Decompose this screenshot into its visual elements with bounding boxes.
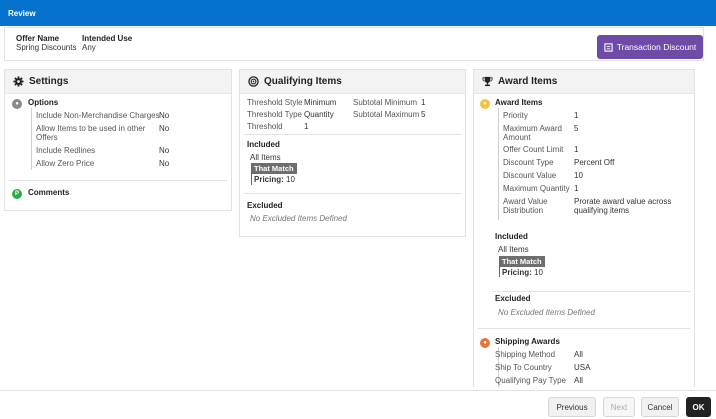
- qualifying-header: Qualifying Items: [240, 70, 465, 94]
- threshold-label: Threshold: [247, 122, 283, 131]
- page-title: Review: [8, 9, 36, 18]
- award-row-label: Award Value Distribution: [503, 197, 548, 215]
- pricing-row: Pricing: 10: [254, 175, 295, 184]
- award-title: Award Items: [498, 76, 558, 87]
- qualifying-panel: Qualifying Items Threshold Style Minimum…: [239, 69, 466, 237]
- award-panel: Award Items ● Award Items Priority 1 Max…: [473, 69, 695, 387]
- award-that-match-tag: That Match: [499, 256, 545, 267]
- award-included-title: Included: [495, 232, 528, 241]
- shipping-row-value: USA: [574, 363, 591, 372]
- trophy-icon: [482, 76, 493, 87]
- option-value: No: [159, 159, 170, 168]
- award-row-value: 5: [574, 124, 579, 133]
- options-icon: ●: [12, 99, 22, 109]
- award-row-label: Priority: [503, 111, 528, 120]
- shipping-row-label: Qualifying Pay Type: [495, 376, 567, 385]
- award-row-value: 10: [574, 171, 583, 180]
- intended-use-value: Any: [82, 43, 96, 52]
- award-items-title: Award Items: [495, 98, 543, 107]
- option-value: No: [159, 111, 170, 120]
- threshold-style-label: Threshold Style: [247, 98, 303, 107]
- shipping-row-label: Ship To Country: [495, 363, 552, 372]
- award-row-label: Offer Count Limit: [503, 145, 564, 154]
- transaction-discount-label: Transaction Discount: [616, 42, 697, 52]
- award-row-value: Prorate award value across qualifying it…: [574, 197, 672, 215]
- award-excluded-title: Excluded: [495, 294, 531, 303]
- qualifying-title: Qualifying Items: [264, 76, 342, 87]
- threshold-type-value: Quantity: [304, 110, 334, 119]
- threshold-value: 1: [304, 122, 309, 131]
- section-divider: [492, 291, 690, 292]
- option-label: Allow Items to be used in other Offers: [36, 124, 146, 142]
- pricing-label: Pricing:: [254, 175, 284, 184]
- award-row-value: Percent Off: [574, 158, 615, 167]
- subtotal-min-value: 1: [421, 98, 426, 107]
- option-value: No: [159, 124, 170, 133]
- award-no-excluded-text: No Excluded Items Defined: [498, 308, 595, 317]
- excluded-title: Excluded: [247, 201, 283, 210]
- included-title: Included: [247, 140, 280, 149]
- settings-title: Settings: [29, 76, 69, 87]
- award-row-value: 1: [574, 111, 579, 120]
- shipping-row-value: All: [574, 376, 583, 385]
- shipping-title: Shipping Awards: [495, 337, 560, 346]
- that-match-tag: That Match: [251, 163, 297, 174]
- section-divider: [9, 180, 227, 181]
- ok-button[interactable]: OK: [686, 397, 711, 417]
- subtotal-max-label: Subtotal Maximum: [353, 110, 420, 119]
- shipping-row-value: All: [574, 350, 583, 359]
- intended-use-label: Intended Use: [82, 34, 133, 43]
- offer-summary: Offer Name Spring Discounts Intended Use…: [4, 27, 704, 61]
- settings-panel: Settings ● Options Include Non-Merchandi…: [4, 69, 232, 211]
- award-items-icon: ●: [480, 99, 490, 109]
- option-label: Include Non-Merchandise Charges: [36, 111, 160, 120]
- shipping-row-label: Shipping Method: [495, 350, 556, 359]
- award-pricing-value: 10: [534, 268, 543, 277]
- options-divider: [31, 108, 32, 170]
- subtotal-max-value: 5: [421, 110, 426, 119]
- comments-title: Comments: [28, 188, 70, 197]
- award-row-label: Maximum Quantity: [503, 184, 570, 193]
- all-items-label: All Items: [250, 153, 281, 162]
- award-row-value: 1: [574, 184, 579, 193]
- award-pricing-row: Pricing: 10: [502, 268, 543, 277]
- threshold-style-value: Minimum: [304, 98, 337, 107]
- footer-bar: Previous Next Cancel OK: [0, 390, 716, 419]
- target-icon: [248, 76, 259, 87]
- option-label: Allow Zero Price: [36, 159, 95, 168]
- previous-button[interactable]: Previous: [548, 397, 596, 417]
- award-pricing-label: Pricing:: [502, 268, 532, 277]
- threshold-type-label: Threshold Type: [247, 110, 302, 119]
- pricing-value: 10: [286, 175, 295, 184]
- no-excluded-text: No Excluded Items Defined: [250, 214, 347, 223]
- offer-name-value: Spring Discounts: [16, 43, 77, 52]
- award-row-label: Discount Type: [503, 158, 554, 167]
- comments-icon: P: [12, 189, 22, 199]
- award-all-items-label: All Items: [498, 245, 529, 254]
- transaction-discount-button[interactable]: Transaction Discount: [597, 35, 703, 59]
- gear-icon: [13, 76, 24, 87]
- section-divider: [244, 193, 462, 194]
- award-row-label: Maximum Award Amount: [503, 124, 562, 142]
- match-bracket: [251, 163, 252, 185]
- section-divider: [478, 328, 690, 329]
- subtotal-min-label: Subtotal Minimum: [353, 98, 418, 107]
- page-header: Review: [0, 0, 716, 26]
- options-title: Options: [28, 98, 59, 107]
- shipping-icon: ●: [480, 338, 490, 348]
- option-value: No: [159, 146, 170, 155]
- cancel-button[interactable]: Cancel: [641, 397, 679, 417]
- section-divider: [244, 134, 462, 135]
- award-divider: [498, 108, 499, 220]
- award-row-label: Discount Value: [503, 171, 557, 180]
- document-icon: [604, 42, 613, 52]
- award-header: Award Items: [474, 70, 694, 94]
- offer-name-label: Offer Name: [16, 34, 60, 43]
- award-row-value: 1: [574, 145, 579, 154]
- settings-header: Settings: [5, 70, 231, 94]
- option-label: Include Redlines: [36, 146, 96, 155]
- next-button[interactable]: Next: [603, 397, 635, 417]
- award-match-bracket: [499, 256, 500, 277]
